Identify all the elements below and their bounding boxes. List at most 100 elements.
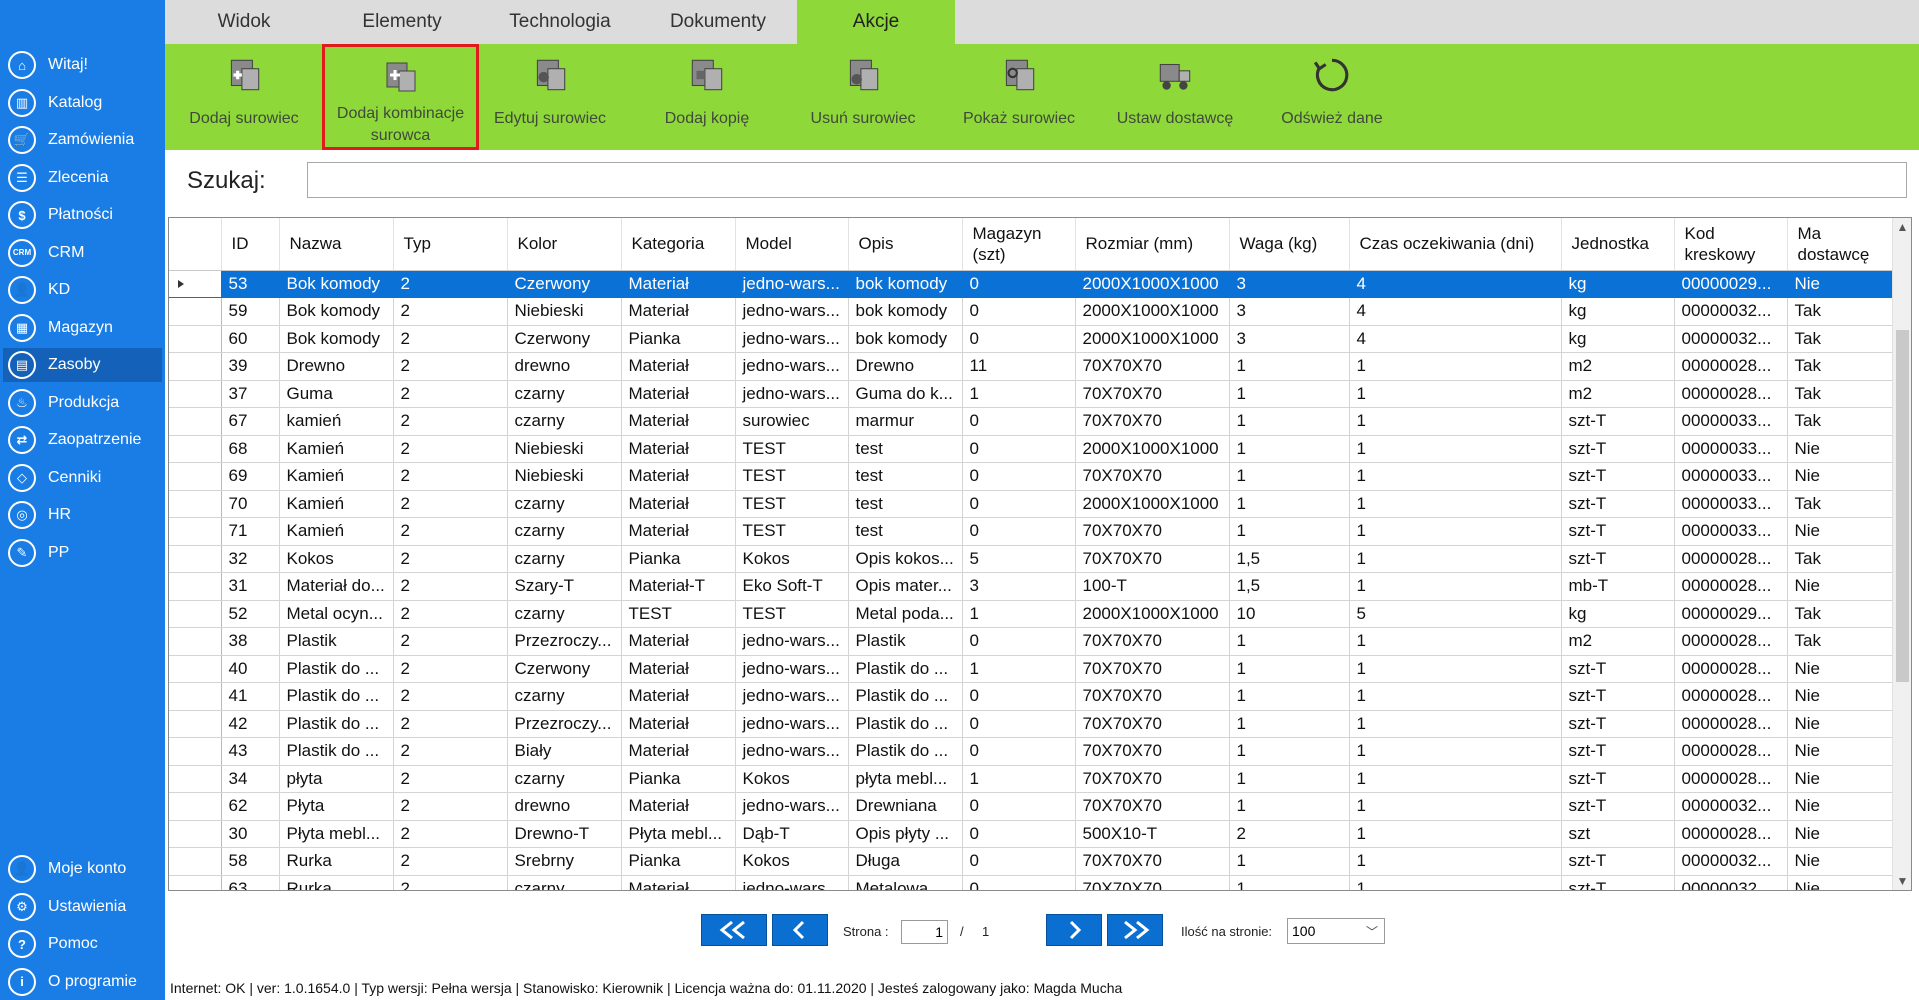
vertical-scrollbar[interactable]: ▲ ▼ — [1892, 218, 1911, 890]
table-cell[interactable]: jedno-wars... — [735, 792, 849, 821]
table-cell[interactable]: surowiec — [735, 407, 849, 436]
table-cell[interactable]: Długa — [848, 847, 963, 876]
table-cell[interactable]: 00000028... — [1674, 710, 1788, 738]
table-cell[interactable]: 38 — [221, 627, 280, 656]
table-cell[interactable]: 2 — [393, 572, 508, 601]
table-cell[interactable]: szt-T — [1561, 737, 1675, 766]
row-header[interactable] — [169, 407, 222, 436]
table-cell[interactable]: 4 — [1349, 270, 1562, 298]
table-cell[interactable]: czarny — [507, 407, 622, 436]
table-row[interactable]: 68 Kamień 2 Niebieski Materiał TEST test 0 2000X… — [169, 435, 1905, 463]
table-cell[interactable]: Materiał — [621, 655, 736, 683]
table-cell[interactable]: 1 — [1229, 765, 1350, 793]
ribbon-button-7[interactable]: Odśwież dane — [1264, 44, 1400, 150]
table-cell[interactable]: m2 — [1561, 627, 1675, 656]
table-cell[interactable]: 0 — [962, 710, 1076, 738]
table-cell[interactable]: Tak — [1787, 380, 1905, 408]
table-cell[interactable]: 00000033... — [1674, 490, 1788, 518]
table-cell[interactable]: TEST — [735, 462, 849, 491]
column-header[interactable]: ID — [221, 218, 280, 271]
row-header[interactable] — [169, 820, 222, 848]
table-cell[interactable]: Nie — [1787, 875, 1905, 890]
table-row[interactable]: 38 Plastik 2 Przezroczy... Materiał jedno-war… — [169, 627, 1905, 656]
table-cell[interactable]: czarny — [507, 517, 622, 546]
table-cell[interactable]: Guma do k... — [848, 380, 963, 408]
table-cell[interactable]: Pianka — [621, 545, 736, 573]
table-row[interactable]: 53 Bok komody 2 Czerwony Materiał jedno-wars.… — [169, 270, 1905, 298]
table-cell[interactable]: Opis kokos... — [848, 545, 963, 573]
sidebar-item-3[interactable]: ☰ Zlecenia — [3, 161, 162, 195]
table-row[interactable]: 69 Kamień 2 Niebieski Materiał TEST test 0 70X70… — [169, 462, 1905, 491]
table-cell[interactable]: 1 — [1349, 820, 1562, 848]
table-cell[interactable]: Nie — [1787, 462, 1905, 491]
table-cell[interactable]: marmur — [848, 407, 963, 436]
table-cell[interactable]: Drewno-T — [507, 820, 622, 848]
table-row[interactable]: 71 Kamień 2 czarny Materiał TEST test 0 70X70X70… — [169, 517, 1905, 546]
table-cell[interactable]: Bok komody — [279, 270, 394, 298]
table-cell[interactable]: 00000033... — [1674, 407, 1788, 436]
table-cell[interactable]: 0 — [962, 627, 1076, 656]
table-cell[interactable]: 100-T — [1075, 572, 1230, 601]
table-cell[interactable]: 00000032... — [1674, 847, 1788, 876]
table-row[interactable]: 42 Plastik do ... 2 Przezroczy... Materiał je… — [169, 710, 1905, 738]
table-cell[interactable]: TEST — [735, 435, 849, 463]
table-cell[interactable]: 2 — [393, 517, 508, 546]
table-cell[interactable]: czarny — [507, 765, 622, 793]
sidebar-item-12[interactable]: ◎ HR — [3, 498, 162, 532]
table-cell[interactable]: test — [848, 490, 963, 518]
table-cell[interactable]: 1 — [1229, 682, 1350, 711]
table-cell[interactable]: 2 — [393, 435, 508, 463]
table-row[interactable]: 37 Guma 2 czarny Materiał jedno-wars... Guma d… — [169, 380, 1905, 408]
table-cell[interactable]: mb-T — [1561, 572, 1675, 601]
table-cell[interactable]: Kamień — [279, 435, 394, 463]
table-cell[interactable]: Materiał do... — [279, 572, 394, 601]
table-cell[interactable]: 0 — [962, 737, 1076, 766]
table-cell[interactable]: 70X70X70 — [1075, 627, 1230, 656]
table-cell[interactable]: 1 — [1349, 875, 1562, 890]
table-cell[interactable]: jedno-wars... — [735, 682, 849, 711]
column-header[interactable]: Waga (kg) — [1229, 218, 1350, 271]
table-cell[interactable]: Kokos — [735, 765, 849, 793]
table-cell[interactable]: Materiał — [621, 352, 736, 381]
table-cell[interactable]: Drewno — [279, 352, 394, 381]
ribbon-button-1[interactable]: Dodaj kombinacje surowca — [322, 44, 479, 150]
table-cell[interactable]: 1 — [1349, 352, 1562, 381]
table-row[interactable]: 30 Płyta mebl... 2 Drewno-T Płyta mebl... Dąb… — [169, 820, 1905, 848]
table-cell[interactable]: Płyta mebl... — [621, 820, 736, 848]
table-cell[interactable]: Tak — [1787, 545, 1905, 573]
column-header[interactable]: Model — [735, 218, 849, 271]
table-cell[interactable]: 2 — [393, 682, 508, 711]
table-cell[interactable]: 1 — [1349, 710, 1562, 738]
table-cell[interactable]: 43 — [221, 737, 280, 766]
sidebar-bottom-item-0[interactable]: 👤 Moje konto — [3, 852, 162, 886]
table-cell[interactable]: 00000033... — [1674, 462, 1788, 491]
table-cell[interactable]: 0 — [962, 462, 1076, 491]
row-header[interactable] — [169, 380, 222, 408]
table-cell[interactable]: Opis mater... — [848, 572, 963, 601]
table-cell[interactable]: jedno-wars... — [735, 655, 849, 683]
table-cell[interactable]: Plastik — [279, 627, 394, 656]
row-header[interactable] — [169, 792, 222, 821]
table-cell[interactable]: 2 — [393, 765, 508, 793]
table-cell[interactable]: 2 — [393, 600, 508, 628]
table-cell[interactable]: 70X70X70 — [1075, 737, 1230, 766]
table-cell[interactable]: Opis płyty ... — [848, 820, 963, 848]
table-cell[interactable]: Rurka — [279, 847, 394, 876]
table-cell[interactable]: Plastik do ... — [848, 710, 963, 738]
table-cell[interactable]: Nie — [1787, 765, 1905, 793]
table-cell[interactable]: jedno-wars... — [735, 325, 849, 353]
table-cell[interactable]: płyta — [279, 765, 394, 793]
first-page-button[interactable] — [701, 914, 767, 946]
table-cell[interactable]: 39 — [221, 352, 280, 381]
table-cell[interactable]: Materiał — [621, 710, 736, 738]
tab-elementy[interactable]: Elementy — [323, 0, 481, 44]
table-cell[interactable]: 53 — [221, 270, 280, 298]
table-cell[interactable]: Biały — [507, 737, 622, 766]
column-header[interactable]: Typ — [393, 218, 508, 271]
row-header[interactable] — [169, 875, 222, 890]
table-cell[interactable]: 70X70X70 — [1075, 407, 1230, 436]
table-cell[interactable]: 3 — [1229, 297, 1350, 326]
table-cell[interactable]: 0 — [962, 875, 1076, 890]
table-cell[interactable]: 70X70X70 — [1075, 875, 1230, 890]
table-cell[interactable]: 2 — [393, 820, 508, 848]
